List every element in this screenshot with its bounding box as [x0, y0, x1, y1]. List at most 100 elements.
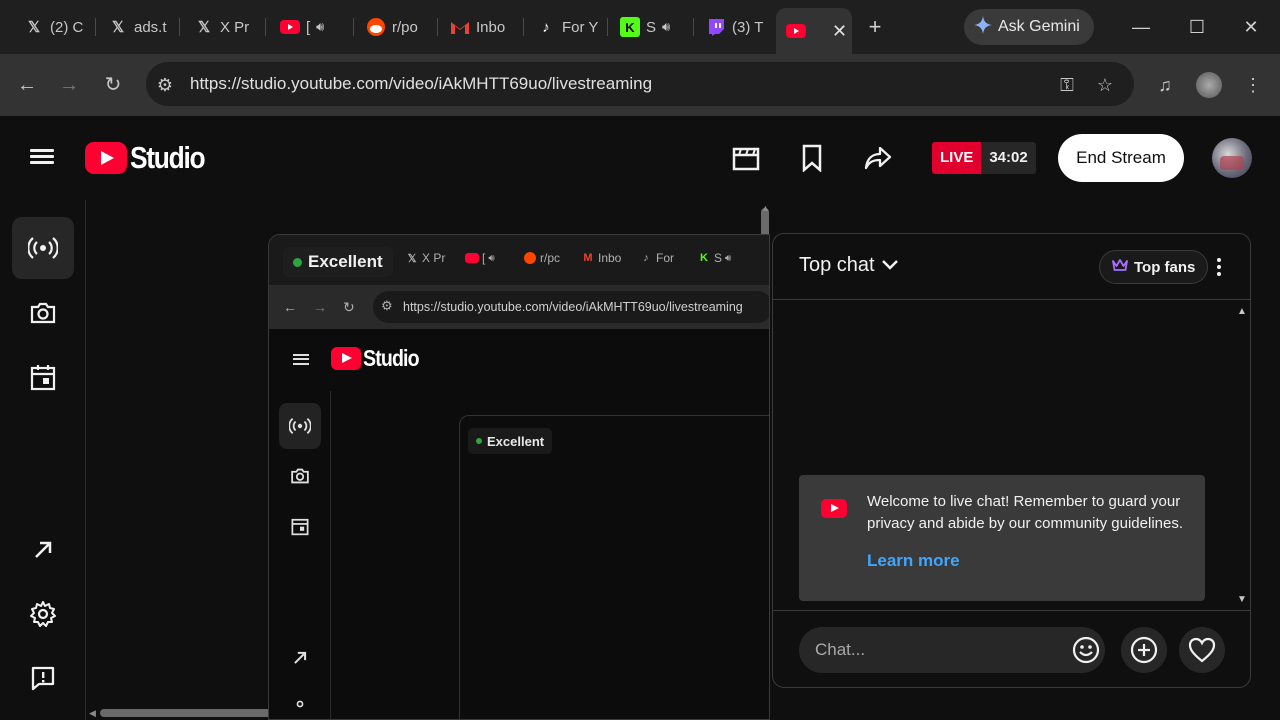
close-window-icon[interactable]: ✕ — [1238, 14, 1264, 40]
new-tab-button[interactable]: + — [862, 14, 888, 40]
address-bar[interactable]: ⚙︎ https://studio.youtube.com/video/iAkM… — [146, 62, 1134, 106]
browser-tab[interactable]: ♪ For Y — [526, 8, 608, 46]
studio-logo[interactable]: Studio — [85, 140, 217, 176]
scroll-up-arrow-icon[interactable]: ▲ — [761, 203, 770, 213]
nested-site-settings-icon: ⚙︎ — [381, 298, 393, 313]
nav-external-link-icon[interactable] — [12, 519, 74, 581]
reload-icon[interactable]: ↻ — [100, 72, 126, 98]
youtube-studio-icon — [786, 21, 806, 41]
nav-camera-icon[interactable] — [12, 282, 74, 344]
emoji-icon[interactable] — [1063, 627, 1109, 673]
speaker-icon[interactable]: 🔊︎ — [316, 19, 324, 35]
nav-settings-icon[interactable] — [12, 583, 74, 645]
browser-tab[interactable]: 𝕏 ads.t — [98, 8, 180, 46]
chat-more-options-icon[interactable] — [1207, 254, 1231, 280]
heart-icon[interactable] — [1179, 627, 1225, 673]
site-settings-icon[interactable]: ⚙︎ — [154, 74, 176, 96]
stream-health-label: Excellent — [308, 252, 383, 271]
nested-calendar-icon — [279, 503, 321, 549]
tab-label: X Pr — [220, 18, 250, 36]
speaker-icon[interactable]: 🔊︎ — [662, 19, 670, 35]
tab-label: r/po — [392, 18, 418, 36]
x-icon: 𝕏 — [197, 19, 211, 36]
nested-tab-label: S — [714, 251, 723, 265]
minimize-icon[interactable]: — — [1128, 14, 1154, 40]
back-icon[interactable]: ← — [14, 72, 40, 98]
ask-gemini-button[interactable]: Ask Gemini — [964, 9, 1094, 45]
kick-icon: K — [620, 17, 640, 37]
learn-more-link[interactable]: Learn more — [867, 551, 960, 571]
hamburger-menu-icon[interactable] — [30, 146, 54, 170]
bookmark-icon[interactable] — [796, 142, 828, 174]
nested-external-link-icon — [279, 635, 321, 681]
live-timer: 34:02 — [981, 142, 1036, 174]
nav-stream-icon[interactable] — [12, 217, 74, 279]
maximize-icon[interactable]: ☐ — [1184, 14, 1210, 40]
nested-tab: [🔊︎ — [465, 249, 495, 267]
chat-mode-dropdown[interactable]: Top chat — [799, 254, 899, 277]
nested-tab-label: [ — [482, 251, 486, 265]
studio-left-nav — [0, 200, 86, 720]
browser-tab-active[interactable]: ✕ — [776, 8, 852, 54]
x-icon: 𝕏 — [111, 19, 125, 36]
nested-status-dot — [476, 438, 482, 444]
clapperboard-icon[interactable] — [730, 142, 762, 174]
bookmark-star-icon[interactable]: ☆ — [1094, 74, 1116, 96]
browser-menu-icon[interactable]: ⋮ — [1240, 72, 1266, 98]
browser-tab[interactable]: r/po — [356, 8, 438, 46]
speaker-icon: 🔊︎ — [488, 252, 495, 264]
kick-icon: K — [700, 252, 708, 264]
youtube-logo-icon — [85, 142, 127, 174]
tab-label: (2) C — [50, 18, 84, 36]
studio-header: Studio LIVE 34:02 End Stream — [0, 116, 1280, 200]
nested-health-label: Excellent — [487, 433, 545, 449]
nested-logo-text: Studio — [363, 345, 420, 371]
profile-avatar-icon[interactable] — [1196, 72, 1222, 98]
media-controls-icon[interactable]: ♫ — [1152, 72, 1178, 98]
share-icon[interactable] — [862, 142, 894, 174]
browser-tab[interactable]: 𝕏 (2) C — [14, 8, 96, 46]
browser-tab[interactable]: K S 🔊︎ — [610, 8, 694, 46]
nested-stream-health: Excellent — [468, 428, 553, 454]
tiktok-icon: ♪ — [542, 18, 550, 36]
top-fans-button[interactable]: Top fans — [1099, 250, 1209, 284]
browser-tab[interactable]: 𝕏 X Pr — [184, 8, 266, 46]
nested-tab-label: For — [656, 251, 674, 265]
nested-tab-label: r/pc — [540, 251, 561, 265]
x-icon: 𝕏 — [27, 19, 41, 36]
nav-feedback-icon[interactable] — [12, 647, 74, 709]
live-chat-panel: Top chat Top fans ▲ Welcome to live chat… — [772, 233, 1251, 688]
browser-tab-strip: 𝕏 (2) C 𝕏 ads.t 𝕏 X Pr [ 🔊︎ r/po Inbo ♪ … — [0, 0, 1280, 54]
nav-calendar-icon[interactable] — [12, 346, 74, 408]
welcome-message: Welcome to live chat! Remember to guard … — [799, 475, 1205, 601]
chat-input[interactable] — [799, 627, 1105, 673]
nested-back-icon: ← — [283, 299, 297, 315]
channel-avatar[interactable] — [1212, 138, 1252, 178]
twitch-icon — [706, 17, 726, 37]
nested-tab-label: Inbo — [598, 251, 622, 265]
nested-address-bar: ⚙︎ https://studio.youtube.com/video/iAkM… — [373, 291, 769, 323]
close-tab-icon[interactable]: ✕ — [832, 21, 847, 42]
reddit-icon — [366, 17, 386, 37]
nested-url-text: https://studio.youtube.com/video/iAkMHTT… — [403, 300, 743, 314]
youtube-icon — [280, 17, 300, 37]
nested-forward-icon: → — [313, 299, 327, 315]
chat-scroll-up-icon[interactable]: ▲ — [1237, 306, 1247, 317]
speaker-icon: 🔊︎ — [725, 252, 732, 264]
forward-icon[interactable]: → — [56, 72, 82, 98]
nested-tab-strip: Excellent 𝕏X Pr [🔊︎ r/pc M Inbo ♪ For K S 🔊︎ — [269, 235, 769, 285]
browser-tab[interactable]: Inbo — [440, 8, 524, 46]
crown-icon — [1112, 258, 1128, 276]
youtube-logo-icon — [821, 499, 847, 518]
url-text[interactable]: https://studio.youtube.com/video/iAkMHTT… — [190, 74, 652, 94]
scroll-left-arrow-icon[interactable]: ◀ — [89, 708, 96, 719]
end-stream-button[interactable]: End Stream — [1058, 134, 1184, 182]
browser-tab[interactable]: [ 🔊︎ — [270, 8, 354, 46]
tab-label: Inbo — [476, 18, 506, 36]
chat-scroll-down-icon[interactable]: ▼ — [1237, 594, 1247, 605]
chat-footer — [773, 610, 1250, 689]
key-icon[interactable]: ⚿ — [1056, 74, 1078, 96]
add-icon[interactable] — [1121, 627, 1167, 673]
browser-tab[interactable]: (3) T — [696, 8, 772, 46]
nested-toolbar: ← → ↻ ⚙︎ https://studio.youtube.com/vide… — [269, 285, 769, 329]
